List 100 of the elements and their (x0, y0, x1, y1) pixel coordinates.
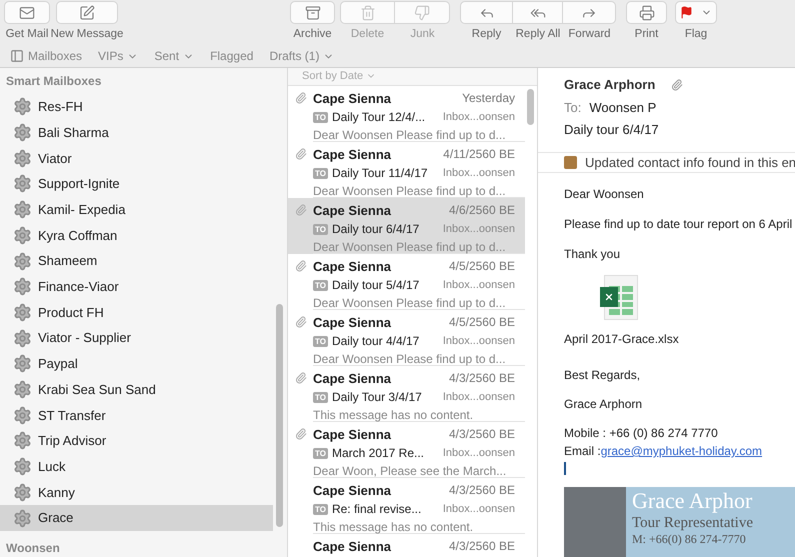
body-text: Mobile : +66 (0) 86 274 7770 (564, 425, 719, 442)
mailbox-name: Inbox...oonsen (442, 502, 515, 517)
message-row[interactable]: Cape Sienna 4/6/2560 BE TO Daily tour 6/4/17 Inbox...oonsen Dear Woonsen Please find up to d... (288, 198, 525, 254)
button-label: New Message (50, 27, 124, 42)
sidebar-item[interactable]: Grace (0, 505, 273, 531)
gear-icon (13, 123, 32, 142)
gear-icon (13, 482, 32, 502)
sidebar-item[interactable]: Trip Advisor (0, 428, 273, 454)
sidebar-item[interactable]: Luck (0, 454, 273, 480)
message-preview: This message has no content. (313, 519, 474, 536)
button-label: Print (634, 27, 658, 42)
button-label: Flag (684, 27, 708, 42)
to-badge: TO (313, 448, 328, 458)
sidebar-item[interactable]: Viator (0, 145, 273, 172)
sender-name: Cape Sienna (313, 426, 392, 444)
message-subject: Daily tour 6/4/17 (564, 121, 660, 139)
to-badge: TO (313, 280, 328, 290)
new-message-icon (79, 4, 95, 20)
print-icon (638, 4, 654, 20)
archive-button[interactable] (290, 1, 335, 24)
sidebar-item[interactable]: Product FH (0, 300, 273, 326)
gear-icon (13, 508, 32, 528)
contact-notice: Updated contact info found in this en (585, 154, 795, 172)
gear-icon (13, 328, 32, 348)
sidebar-item[interactable]: Kamil- Expedia (0, 196, 273, 223)
body-text: Dear Woonsen (564, 186, 644, 203)
button-label: Archive (293, 27, 332, 42)
sidebar-item[interactable]: Support-Ignite (0, 171, 273, 197)
flag-button[interactable] (675, 1, 717, 24)
gear-icon (13, 174, 32, 194)
print-button[interactable] (626, 1, 667, 24)
sidebar-item[interactable]: Kanny (0, 480, 273, 506)
sidebar-item[interactable]: Bali Sharma (0, 120, 273, 146)
body-text: Grace Arphorn (564, 396, 644, 413)
body-text: Please find up to date tour report on 6 April (564, 216, 792, 233)
message-subject: Daily tour 6/4/17 (332, 221, 420, 238)
message-subject: Daily tour 5/4/17 (332, 277, 420, 294)
message-row[interactable]: Cape Sienna 4/5/2560 BE TO Daily tour 4/4/17 Inbox...oonsen Dear Woonsen Please find up to d... (288, 310, 525, 366)
message-date: 4/3/2560 BE (448, 370, 515, 386)
button-label: Reply (472, 27, 502, 42)
message-subject: Daily Tour 12/4/... (332, 109, 426, 126)
message-date: Yesterday (462, 90, 515, 106)
message-preview: Dear Woonsen Please find up to d... (313, 127, 507, 144)
photo-placeholder (564, 487, 626, 557)
gear-icon (13, 277, 32, 296)
reply-all-button[interactable] (513, 1, 563, 24)
message-preview: Dear Woonsen Please find up to d... (313, 295, 507, 312)
spreadsheet-icon (600, 275, 638, 321)
get-mail-button[interactable] (4, 1, 50, 24)
message-row[interactable]: Cape Sienna Yesterday TO Daily Tour 12/4/... Inbox...oonsen Dear Woonsen Please find up to d... (288, 86, 525, 142)
gear-icon (13, 380, 32, 400)
button-label: Get Mail (6, 27, 48, 42)
mailbox-name: Inbox...oonsen (442, 446, 515, 461)
gear-icon (13, 148, 32, 168)
junk-icon (414, 4, 430, 20)
message-subject: Daily Tour 11/4/17 (332, 165, 428, 182)
gear-icon (13, 302, 32, 322)
section-header: Woonsen (5, 540, 61, 557)
message-row[interactable]: Cape Sienna 4/3/2560 BE TO Daily Tour 3/4/17 Inbox...oonsen This message has no content. (288, 366, 525, 422)
gear-icon (13, 406, 32, 425)
message-row[interactable]: Cape Sienna 4/5/2560 BE TO Daily tour 5/4/17 Inbox...oonsen Dear Woonsen Please find up to d... (288, 254, 525, 310)
gear-icon (13, 97, 32, 116)
mailbox-name: Inbox...oonsen (442, 390, 515, 405)
sidebar-item[interactable]: Viator - Supplier (0, 325, 273, 352)
contacts-icon (564, 156, 577, 169)
sidebar-item[interactable]: Krabi Sea Sun Sand (0, 376, 273, 402)
gear-icon (13, 354, 32, 374)
message-row[interactable]: Cape Sienna 4/3/2560 BE (288, 534, 525, 557)
sidebar-item[interactable]: ST Transfer (0, 402, 273, 428)
email-link[interactable]: grace@myphuket-holiday.com (600, 442, 762, 460)
message-date: 4/11/2560 BE (443, 146, 515, 162)
mailbox-name: Inbox...oonsen (442, 334, 515, 349)
sidebar-item[interactable]: Paypal (0, 351, 273, 377)
sidebar-item[interactable]: Res-FH (0, 94, 273, 120)
body-text: Thank you (564, 246, 620, 263)
to-badge: TO (313, 168, 328, 178)
sidebar-item[interactable]: Kyra Coffman (0, 222, 273, 248)
to-badge: TO (313, 112, 328, 122)
gear-icon (13, 252, 32, 271)
banner-title: Tour Representative (632, 514, 753, 532)
message-date: 4/5/2560 BE (448, 258, 515, 274)
scrollbar (527, 89, 534, 125)
message-row[interactable]: Cape Sienna 4/3/2560 BE TO March 2017 Re... Inbox...oonsen Dear Woon, Please see the March... (288, 422, 525, 478)
archive-icon (304, 4, 320, 20)
sidebar-item[interactable]: Finance-Viaor (0, 274, 273, 300)
message-date: 4/3/2560 BE (448, 538, 515, 554)
new-message-button[interactable] (56, 1, 118, 24)
message-preview: Dear Woonsen Please find up to d... (313, 239, 507, 256)
mailbox-name: Inbox...oonsen (442, 166, 515, 181)
sender-name: Cape Sienna (313, 538, 392, 556)
email-label: Email : (564, 443, 601, 460)
message-row[interactable]: Cape Sienna 4/3/2560 BE TO Re: final revise... Inbox...oonsen This message has no content. (288, 478, 525, 534)
gear-icon (13, 200, 32, 220)
flag-icon (680, 6, 693, 19)
sidebar-icon (10, 49, 24, 63)
text-cursor (564, 462, 566, 475)
attachment-name: April 2017-Grace.xlsx (564, 331, 680, 348)
sidebar-item[interactable]: Shameem (0, 248, 273, 274)
section-header: Smart Mailboxes (5, 73, 102, 90)
to-badge: TO (313, 224, 328, 234)
